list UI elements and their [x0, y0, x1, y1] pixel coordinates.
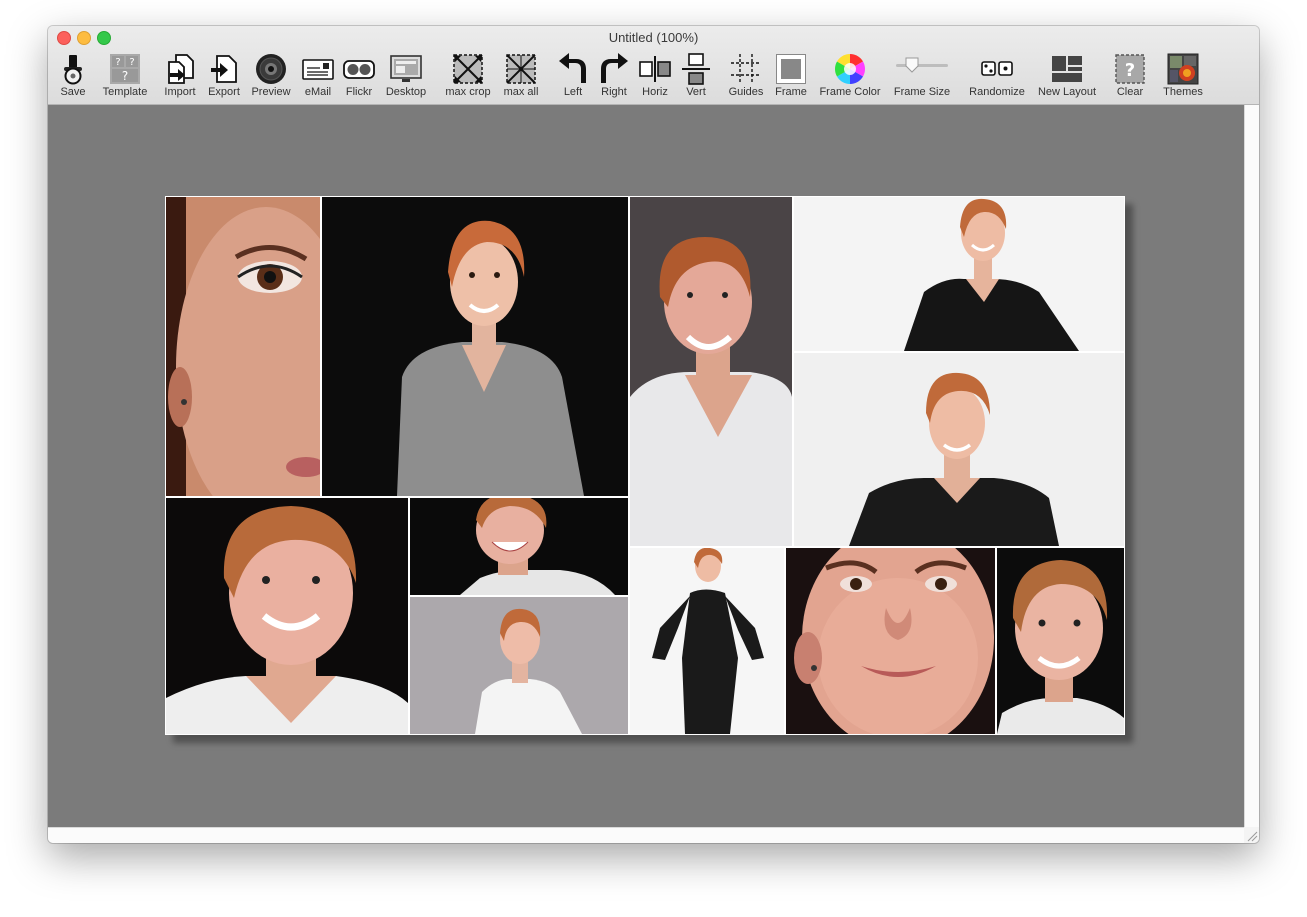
new-layout-icon [1051, 53, 1083, 85]
export-icon [208, 53, 240, 85]
email-icon [302, 53, 334, 85]
themes-icon [1167, 53, 1199, 85]
photo-woman-black-shirt-2 [794, 353, 1124, 546]
app-window: Untitled (100%) Save ??? Template Import [48, 26, 1259, 843]
svg-text:?: ? [1125, 60, 1135, 81]
photo-woman-lavender-bg [410, 597, 628, 734]
max-crop-icon [452, 53, 484, 85]
rotate-left-icon [557, 53, 589, 85]
svg-text:?: ? [115, 57, 120, 68]
frame-color-button[interactable]: Frame Color [819, 50, 881, 102]
photo-tile[interactable] [794, 197, 1124, 351]
guides-icon [730, 53, 762, 85]
desktop-icon [390, 53, 422, 85]
photo-tile[interactable] [410, 498, 628, 595]
photo-eye-closeup [166, 197, 320, 496]
desktop-button[interactable]: Desktop [385, 50, 427, 102]
flip-horizontal-icon [639, 53, 671, 85]
guides-button[interactable]: Guides [726, 50, 766, 102]
title-bar: Untitled (100%) Save ??? Template Import [48, 26, 1259, 105]
layout-canvas[interactable] [48, 105, 1244, 827]
photo-tile[interactable] [166, 197, 320, 496]
horizontal-scrollbar[interactable] [48, 827, 1244, 843]
photo-tile[interactable] [166, 498, 408, 734]
save-icon [57, 53, 89, 85]
photo-woman-laughing [410, 498, 628, 595]
photo-tile[interactable] [786, 548, 995, 734]
photo-woman-white-top-grey-bg [630, 197, 792, 546]
photo-woman-black-dress [630, 548, 784, 734]
vertical-scrollbar[interactable] [1244, 105, 1259, 827]
preview-button[interactable]: Preview [251, 50, 291, 102]
preview-icon [255, 53, 287, 85]
frame-size-slider-icon[interactable] [894, 53, 950, 85]
clear-button[interactable]: ? Clear [1110, 50, 1150, 102]
photo-tile[interactable] [322, 197, 628, 496]
template-icon: ??? [109, 53, 141, 85]
photo-tile[interactable] [997, 548, 1124, 734]
color-wheel-icon [834, 53, 866, 85]
template-button[interactable]: ??? Template [100, 50, 150, 102]
flickr-button[interactable]: Flickr [339, 50, 379, 102]
photo-tile[interactable] [630, 197, 792, 546]
photo-tile[interactable] [410, 597, 628, 734]
themes-button[interactable]: Themes [1163, 50, 1203, 102]
save-button[interactable]: Save [53, 50, 93, 102]
photo-woman-grey-top [322, 197, 628, 496]
randomize-button[interactable]: Randomize [969, 50, 1025, 102]
photo-face-closeup [786, 548, 995, 734]
max-all-icon [505, 53, 537, 85]
frame-size-control[interactable]: Frame Size [894, 50, 950, 102]
export-button[interactable]: Export [204, 50, 244, 102]
new-layout-button[interactable]: New Layout [1038, 50, 1096, 102]
rotate-right-icon [598, 53, 630, 85]
flickr-icon [343, 53, 375, 85]
flip-vertical-icon [680, 53, 712, 85]
svg-text:?: ? [122, 69, 128, 83]
frame-icon [775, 53, 807, 85]
photo-collage [165, 196, 1125, 735]
clear-icon: ? [1114, 53, 1146, 85]
max-crop-button[interactable]: max crop [443, 50, 493, 102]
flip-vertical-button[interactable]: Vert [676, 50, 716, 102]
frame-button[interactable]: Frame [771, 50, 811, 102]
svg-text:?: ? [129, 57, 134, 68]
resize-grip-icon[interactable] [1244, 827, 1259, 843]
dice-icon [981, 53, 1013, 85]
window-title: Untitled (100%) [608, 30, 699, 45]
photo-tile[interactable] [630, 548, 784, 734]
import-icon [164, 53, 196, 85]
photo-woman-smiling [997, 548, 1124, 734]
photo-woman-white-top-black-bg [166, 498, 408, 734]
max-all-button[interactable]: max all [498, 50, 544, 102]
photo-tile[interactable] [794, 353, 1124, 546]
photo-woman-black-shirt-1 [794, 197, 1124, 351]
